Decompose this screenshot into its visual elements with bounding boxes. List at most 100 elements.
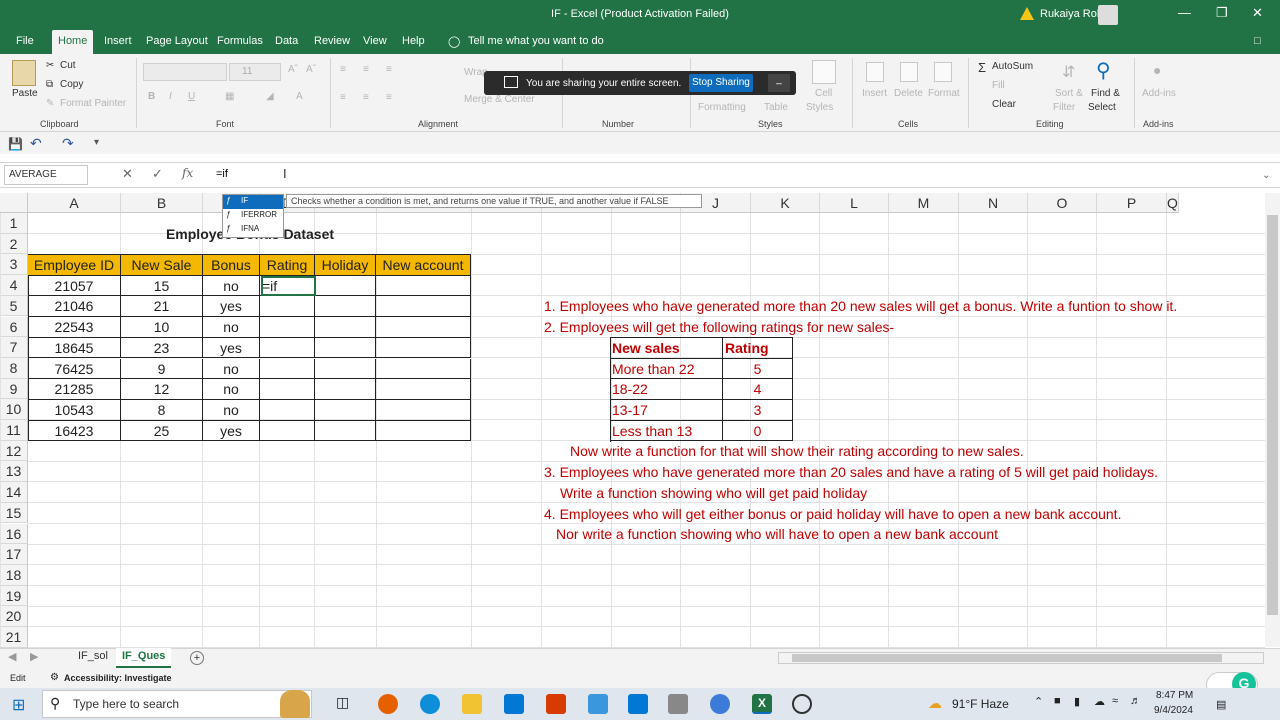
row-header-18[interactable]: 18 (0, 564, 28, 586)
table-cell[interactable]: no (203, 275, 260, 297)
rating-table-cell[interactable]: 4 (723, 379, 793, 401)
table-header-cell[interactable]: Bonus (203, 255, 260, 276)
minimize-icon[interactable]: — (1178, 5, 1191, 20)
row-header-21[interactable]: 21 (0, 627, 28, 648)
cut-icon[interactable]: ✂ (46, 60, 54, 71)
format-painter-button[interactable]: Format Painter (60, 98, 126, 109)
align-middle-icon[interactable]: ≡ (363, 64, 369, 75)
add-sheet-icon[interactable]: + (190, 651, 204, 665)
table-cell[interactable] (260, 358, 315, 380)
column-header-k[interactable]: K (751, 193, 820, 213)
insert-cells-icon[interactable] (866, 62, 884, 82)
table-cell[interactable] (376, 337, 471, 359)
table-cell[interactable]: 9 (121, 358, 203, 380)
row-header-8[interactable]: 8 (0, 357, 28, 379)
save-icon[interactable]: 💾 (8, 137, 23, 151)
row-header-19[interactable]: 19 (0, 585, 28, 607)
find-select-button-line2[interactable]: Select (1088, 102, 1116, 113)
align-left-icon[interactable]: ≡ (340, 92, 346, 103)
bold-icon[interactable]: B (148, 91, 155, 102)
table-cell[interactable]: 18645 (28, 337, 121, 359)
accessibility-icon[interactable]: ⚙ (50, 672, 59, 683)
underline-icon[interactable]: U (188, 91, 195, 102)
clock-date[interactable]: 9/4/2024 (1154, 705, 1193, 716)
weather-status[interactable]: 91°F Haze (952, 697, 1009, 711)
autocomplete-item-ifna[interactable]: ƒ IFNA (223, 223, 283, 237)
tray-cloud-icon[interactable]: ☁ (1094, 695, 1105, 708)
windows-start-icon[interactable]: ⊞ (12, 695, 30, 714)
delete-cells-icon[interactable] (900, 62, 918, 82)
task-view-icon[interactable]: ◫ (336, 694, 356, 714)
table-cell[interactable] (260, 399, 315, 421)
shrink-font-icon[interactable]: Aˇ (306, 64, 316, 75)
store-icon[interactable] (504, 694, 524, 714)
table-cell[interactable] (315, 399, 376, 421)
rating-table-cell[interactable]: 13-17 (610, 400, 723, 421)
italic-icon[interactable]: I (169, 91, 172, 102)
sort-filter-button-line2[interactable]: Filter (1053, 102, 1075, 113)
font-name-select[interactable] (143, 63, 227, 81)
table-header-cell[interactable]: New account (376, 255, 471, 276)
row-header-5[interactable]: 5 (0, 295, 28, 317)
mail-icon[interactable] (628, 694, 648, 714)
rating-table-cell[interactable]: 5 (723, 358, 793, 380)
chatgpt-icon[interactable] (792, 694, 812, 714)
rating-table-cell[interactable]: 18-22 (610, 379, 723, 401)
table-cell[interactable] (315, 296, 376, 318)
table-cell[interactable]: 16423 (28, 420, 121, 442)
name-box[interactable]: AVERAGE (4, 165, 88, 185)
borders-icon[interactable]: ▦ (225, 91, 234, 102)
notification-icon[interactable]: ▤ (1216, 698, 1226, 711)
column-header-n[interactable]: N (959, 193, 1028, 213)
instruction-2[interactable]: 2. Employees will get the following rati… (544, 319, 894, 335)
addins-button[interactable]: Add-ins (1142, 88, 1176, 99)
table-cell[interactable] (376, 358, 471, 380)
format-as-table-button[interactable]: Table (764, 102, 788, 113)
addins-icon[interactable]: ● (1153, 62, 1161, 78)
horizontal-scroll-thumb[interactable] (792, 654, 1222, 662)
prev-sheet-icon[interactable]: ◀ (8, 650, 16, 663)
row-header-4[interactable]: 4 (0, 275, 28, 296)
table-cell[interactable]: 21285 (28, 379, 121, 400)
table-cell[interactable]: yes (203, 337, 260, 359)
accessibility-status[interactable]: Accessibility: Investigate (64, 673, 172, 683)
table-cell[interactable]: 10 (121, 317, 203, 338)
fill-color-icon[interactable]: ◢ (266, 91, 274, 102)
tray-app-icon[interactable]: ■ (1054, 695, 1061, 707)
rating-table-cell[interactable]: 0 (723, 420, 793, 442)
table-cell[interactable]: 21046 (28, 296, 121, 318)
rating-table-cell[interactable]: 3 (723, 400, 793, 421)
user-name[interactable]: Rukaiya Rob (1040, 8, 1103, 20)
table-cell[interactable] (315, 420, 376, 442)
cell-styles-button-line2[interactable]: Styles (806, 102, 833, 113)
table-cell[interactable] (260, 296, 315, 318)
close-icon[interactable]: ✕ (1252, 5, 1263, 21)
table-cell[interactable]: 8 (121, 399, 203, 421)
table-cell[interactable]: yes (203, 296, 260, 318)
instruction-3[interactable]: 3. Employees who have generated more tha… (544, 464, 1158, 480)
tell-me-search[interactable]: Tell me what you want to do (468, 35, 604, 47)
column-header-p[interactable]: P (1097, 193, 1167, 213)
table-cell[interactable] (315, 337, 376, 359)
column-header-a[interactable]: A (28, 193, 121, 213)
vertical-scroll-thumb[interactable] (1267, 215, 1278, 615)
row-header-7[interactable]: 7 (0, 337, 28, 358)
browser-icon[interactable] (710, 694, 730, 714)
format-painter-icon[interactable]: ✎ (46, 98, 54, 109)
row-header-16[interactable]: 16 (0, 523, 28, 545)
table-cell[interactable] (376, 379, 471, 400)
app-icon[interactable] (546, 694, 566, 714)
autocomplete-item-iferror[interactable]: ƒ IFERROR (223, 209, 283, 223)
align-center-icon[interactable]: ≡ (363, 92, 369, 103)
table-cell[interactable] (260, 420, 315, 442)
autocomplete-item-if[interactable]: ƒ IF (223, 195, 283, 209)
fill-button[interactable]: Fill (992, 80, 1005, 91)
table-cell[interactable] (376, 317, 471, 338)
column-header-q[interactable]: Q (1167, 193, 1179, 213)
redo-icon[interactable]: ↷ (62, 135, 74, 152)
table-cell[interactable]: =if (260, 275, 315, 297)
expand-formula-bar-icon[interactable]: ⌄ (1262, 170, 1270, 181)
table-cell[interactable]: 12 (121, 379, 203, 400)
insert-function-icon[interactable]: fx (182, 166, 193, 180)
merge-center-button[interactable]: Merge & Center (464, 94, 535, 105)
